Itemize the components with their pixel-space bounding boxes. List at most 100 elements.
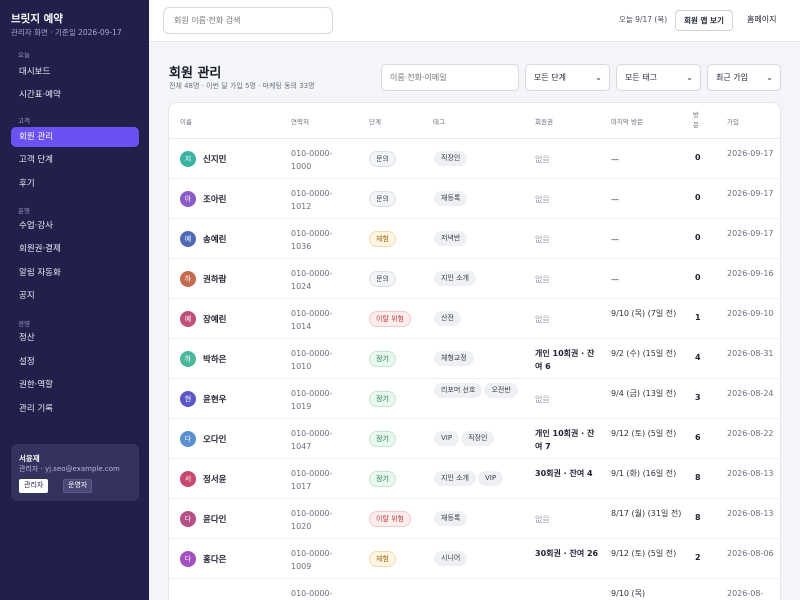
member-visits: 0 bbox=[695, 153, 701, 162]
member-pass: 없음 bbox=[535, 235, 550, 244]
table-row[interactable]: 아 조아린 010-0000-1012 문의 재등록 없음 — 0 2026-09-17 bbox=[169, 179, 780, 219]
table-row[interactable]: 현 윤현우 010-0000-1019 정기 리포머 선호 오전반 없음 9/4 (금) (1… bbox=[169, 379, 780, 419]
tag-list: 리포머 선호 오전반 bbox=[433, 382, 527, 399]
sidebar-item-dashboard[interactable]: 대시보드 bbox=[11, 62, 139, 82]
member-joined: 2026-08-24 bbox=[727, 389, 774, 398]
chevron-down-icon: ⌄ bbox=[766, 73, 773, 82]
member-last-visit: — bbox=[611, 275, 619, 284]
member-name[interactable]: 윤다인 bbox=[203, 513, 226, 525]
member-phone: 010-0000-1012 bbox=[291, 189, 333, 211]
table-header: 이름 연락처 단계 태그 회원권 마지막 방문 방문 가입 bbox=[169, 103, 780, 139]
table-row[interactable]: 서 정서윤 010-0000-1017 정기 지인 소개 VIP 30회권 · 잔여 4 9/… bbox=[169, 459, 780, 499]
homepage-link[interactable]: 홈페이지 bbox=[747, 14, 776, 25]
page-title: 회원 관리 bbox=[169, 66, 222, 81]
member-phone: 010-0000-1009 bbox=[291, 549, 333, 571]
table-row[interactable]: 하 권하람 010-0000-1024 문의 지인 소개 없음 — 0 2026-09-16 bbox=[169, 259, 780, 299]
member-phone: 010-0000-1019 bbox=[291, 389, 333, 411]
member-name[interactable]: 장예린 bbox=[203, 313, 226, 325]
header-phone[interactable]: 연락처 bbox=[291, 116, 309, 126]
table-row[interactable]: 다 홍다은 010-0000-1009 체험 시니어 30회권 · 잔여 26 9/12 (… bbox=[169, 539, 780, 579]
table-row[interactable]: 다 윤다인 010-0000-1020 이탈 위험 재등록 없음 8/17 (월) (31일… bbox=[169, 499, 780, 539]
member-tag: 리포머 선호 bbox=[434, 383, 483, 398]
header-tags[interactable]: 태그 bbox=[433, 116, 445, 126]
header-visits[interactable]: 방문 bbox=[693, 110, 701, 130]
header-last-visit[interactable]: 마지막 방문 bbox=[611, 116, 643, 126]
member-name[interactable]: 오다인 bbox=[203, 433, 226, 445]
member-pass: 없음 bbox=[535, 515, 550, 524]
member-visits: 6 bbox=[695, 433, 701, 442]
member-pass: 없음 bbox=[535, 195, 550, 204]
member-phone: 010-0000-1010 bbox=[291, 349, 333, 371]
sidebar-item-schedule[interactable]: 시간표·예약 bbox=[11, 85, 139, 105]
sidebar-item-roles[interactable]: 권한·역할 bbox=[11, 375, 139, 395]
member-phone: 010-0000-1047 bbox=[291, 429, 333, 451]
sort-select[interactable]: 최근 가입 ⌄ bbox=[707, 64, 781, 91]
header-joined[interactable]: 가입 bbox=[727, 116, 739, 126]
sidebar-item-settings[interactable]: 설정 bbox=[11, 352, 139, 372]
user-name: 서윤재 bbox=[19, 454, 40, 463]
member-name[interactable]: 권하람 bbox=[203, 273, 226, 285]
sidebar-item-settlement[interactable]: 정산 bbox=[11, 328, 139, 348]
filter-search-input[interactable] bbox=[381, 64, 519, 91]
brand-title: 브릿지 예약 bbox=[11, 13, 63, 25]
member-name[interactable]: 정서윤 bbox=[203, 473, 226, 485]
member-app-button[interactable]: 회원 앱 보기 bbox=[675, 10, 733, 31]
avatar: 다 bbox=[180, 511, 196, 527]
sidebar-item-notices[interactable]: 공지 bbox=[11, 286, 139, 306]
role-operator-button[interactable]: 운영자 bbox=[63, 479, 93, 493]
header-stage[interactable]: 단계 bbox=[369, 116, 381, 126]
sidebar-item-reviews[interactable]: 후기 bbox=[11, 174, 139, 194]
nav-section-customers: 고객 bbox=[18, 117, 30, 125]
member-name[interactable]: 홍다은 bbox=[203, 553, 226, 565]
stage-badge: 정기 bbox=[369, 471, 396, 487]
table-row[interactable]: 예 장예린 010-0000-1014 이탈 위험 산전 없음 9/10 (목) (7일 전… bbox=[169, 299, 780, 339]
header-pass[interactable]: 회원권 bbox=[535, 116, 553, 126]
member-last-visit: 9/10 (목) (7일 전) bbox=[611, 309, 677, 318]
member-visits: 0 bbox=[695, 233, 701, 242]
sidebar-item-passes[interactable]: 회원권·결제 bbox=[11, 239, 139, 259]
table-row[interactable]: 지 신지민 010-0000-1000 문의 직장인 없음 — 0 2026-09-17 bbox=[169, 139, 780, 179]
tag-list: 직장인 bbox=[433, 150, 527, 167]
member-tag: 재등록 bbox=[434, 191, 468, 206]
member-joined: 2026-08-31 bbox=[727, 349, 774, 358]
avatar: 하 bbox=[180, 351, 196, 367]
sidebar-item-members[interactable]: 회원 관리 bbox=[11, 127, 139, 147]
stage-badge: 정기 bbox=[369, 391, 396, 407]
tag-list: 지인 소개 bbox=[433, 270, 527, 287]
member-tag: 직장인 bbox=[434, 151, 468, 166]
stage-select[interactable]: 모든 단계 ⌄ bbox=[525, 64, 610, 91]
table-row[interactable]: 010-0000- 9/10 (목) 2026-08- bbox=[169, 579, 780, 600]
table-row[interactable]: 다 오다인 010-0000-1047 정기 VIP 직장인 개인 10회권 · 잔여 7 9… bbox=[169, 419, 780, 459]
sidebar-item-notifications[interactable]: 알림 자동화 bbox=[11, 263, 139, 283]
member-phone: 010-0000-1017 bbox=[291, 469, 333, 491]
stage-badge: 이탈 위험 bbox=[369, 311, 411, 327]
role-admin-button[interactable]: 관리자 bbox=[19, 479, 49, 493]
member-tag: 직장인 bbox=[461, 431, 495, 446]
member-name[interactable]: 조아린 bbox=[203, 193, 226, 205]
tag-list: 시니어 bbox=[433, 550, 527, 567]
member-tag: 체형교정 bbox=[434, 351, 474, 366]
member-search-input[interactable] bbox=[163, 7, 333, 34]
sidebar-item-customer-stage[interactable]: 고객 단계 bbox=[11, 150, 139, 170]
member-name[interactable]: 신지민 bbox=[203, 153, 226, 165]
avatar: 지 bbox=[180, 151, 196, 167]
member-last-visit: — bbox=[611, 195, 619, 204]
member-pass: 없음 bbox=[535, 395, 550, 404]
sidebar-item-classes[interactable]: 수업·강사 bbox=[11, 216, 139, 236]
member-pass: 없음 bbox=[535, 315, 550, 324]
member-name[interactable]: 송예린 bbox=[203, 233, 226, 245]
member-phone: 010-0000- bbox=[291, 589, 333, 598]
table-row[interactable]: 예 송예린 010-0000-1036 체험 저녁반 없음 — 0 2026-09-17 bbox=[169, 219, 780, 259]
member-phone: 010-0000-1014 bbox=[291, 309, 333, 331]
member-name[interactable]: 윤현우 bbox=[203, 393, 226, 405]
tag-select[interactable]: 모든 태그 ⌄ bbox=[616, 64, 701, 91]
member-joined: 2026-09-17 bbox=[727, 229, 774, 238]
header-name[interactable]: 이름 bbox=[180, 116, 192, 126]
stage-badge: 문의 bbox=[369, 151, 396, 167]
member-phone: 010-0000-1024 bbox=[291, 269, 333, 291]
today-date: 오늘 9/17 (목) bbox=[619, 15, 668, 24]
sidebar-item-audit-log[interactable]: 관리 기록 bbox=[11, 399, 139, 419]
member-name[interactable]: 박하은 bbox=[203, 353, 226, 365]
table-row[interactable]: 하 박하은 010-0000-1010 정기 체형교정 개인 10회권 · 잔여 6 9/2… bbox=[169, 339, 780, 379]
sort-select-value: 최근 가입 bbox=[716, 73, 748, 82]
